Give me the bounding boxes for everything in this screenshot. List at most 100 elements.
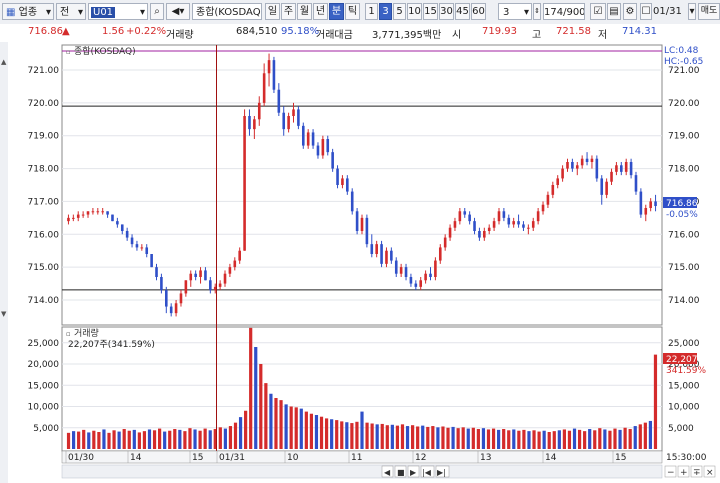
candle-body [140,247,144,249]
candle-body [81,214,85,216]
candle-body [414,283,418,287]
volume-bar [628,429,632,449]
candle-body [434,260,437,277]
period-button-4[interactable]: 분 [329,3,344,20]
check-toggle-button[interactable]: ☑ [590,3,606,20]
candle-body [438,247,442,261]
volume-panel-title: 거래량 [74,327,99,339]
candle-body [473,221,476,231]
volume-bar [375,424,379,449]
candle-body [336,168,339,185]
open-value: 719.93 [482,26,517,37]
candle-body [355,211,359,231]
price-y-tick-right: 719.00 [668,132,700,142]
up-triangle-icon: ▲ [62,26,70,37]
period-button-2[interactable]: 월 [297,3,312,20]
period-button-0[interactable]: 일 [265,3,280,20]
minute-button-1[interactable]: 1 [365,3,378,20]
volume-bar [203,428,207,449]
minute-button-60[interactable]: 60 [471,3,486,20]
volume-bar [476,429,480,449]
volume-bar [350,423,354,449]
date-input[interactable]: 01/31 [653,3,687,20]
volume-label: 거래량 [166,30,194,41]
candle-body [169,306,173,314]
high-value: 721.58 [556,26,591,37]
candle-body [360,217,364,231]
candle-body [419,280,423,287]
price-y-tick-right: 716.00 [668,230,700,240]
candle-body [72,217,75,219]
up-down-icon: ⇕ [534,7,540,15]
candle-body [86,211,90,215]
candle-body [394,260,398,274]
candle-body [287,116,290,130]
candle-body [238,250,241,261]
date-toggle[interactable]: ☐ [640,3,652,20]
volume-bar [355,421,359,449]
sell-button[interactable]: 매도 [698,3,720,20]
volume-bar [314,415,319,449]
minute-button-30[interactable]: 30 [439,3,454,20]
minute-button-5[interactable]: 5 [393,3,406,20]
period-button-1[interactable]: 주 [281,3,296,20]
x-tick-label: 01/30 [68,453,94,463]
candle-body [311,132,315,146]
search-button[interactable]: ⌕ [150,3,164,20]
count-input[interactable]: 174/900 [543,3,585,20]
rail-down-arrow-icon[interactable]: ▼ [1,310,7,318]
calendar-button[interactable]: ▤ [607,3,621,20]
rail-up-arrow-icon[interactable]: ▲ [1,58,7,66]
volume-bar [183,431,187,449]
volume-bar [481,428,486,449]
market-select-label: 업종 [18,7,38,18]
name-display-label: 종합(KOSDAQ) [196,7,262,18]
volume-y-tick: 5,000 [33,424,59,434]
code-input[interactable]: U01 ▾ [88,3,148,20]
market-select[interactable]: ▦ 업종 ▾ [2,3,54,20]
candle-body [209,280,212,291]
volume-bar [653,354,658,449]
minute-button-15[interactable]: 15 [423,3,438,20]
volume-bar [466,428,470,449]
volume-bar [127,430,131,449]
minute-button-45[interactable]: 45 [455,3,470,20]
volume-y-tick-right: 15,000 [668,381,700,391]
volume-bar [163,431,167,449]
volume-bar [507,430,511,449]
volume-bar [491,428,496,449]
volume-bar [87,432,91,449]
minus-icon: − [667,468,675,478]
candle-body [571,162,574,169]
mode-select[interactable]: 전 ▾ [56,3,86,20]
scroll-bar[interactable] [61,464,663,479]
candle-body [546,194,550,205]
chart-icon: ▦ [6,7,16,18]
candle-body [644,208,648,215]
candle-body [346,178,349,192]
candle-body [507,217,511,225]
volume-bar [497,429,501,449]
volume-bar [588,429,592,449]
checkbox-icon: ☐ [641,6,651,17]
date-picker-button[interactable]: ▾ [688,3,696,20]
sound-toggle[interactable]: ◀▾ [166,3,190,20]
period-button-5[interactable]: 틱 [345,3,360,20]
minute-button-10[interactable]: 10 [407,3,422,20]
sell-button-label: 매도 [700,6,718,16]
name-display: 종합(KOSDAQ) [192,3,262,20]
settings-button[interactable]: ⚙ [623,3,637,20]
period-button-3[interactable]: 년 [313,3,328,20]
candle-body [164,290,168,307]
volume-bar [137,432,141,449]
stepper-button[interactable]: ⇕ [533,3,541,20]
scroll-left-icon: ◀ [384,468,391,477]
candle-body [487,227,491,231]
scroll-right-icon: ▶ [410,468,417,477]
minute-button-3[interactable]: 3 [379,3,392,20]
price-y-tick: 718.00 [28,165,60,175]
volume-bar [608,430,612,449]
chart-area[interactable]: ▲ ▼ 721.00 721.00 720.00 720.00 719.00 719.00… [0,42,720,483]
unit-input[interactable]: 3 ▾ [498,3,532,20]
volume-bar [638,424,642,449]
